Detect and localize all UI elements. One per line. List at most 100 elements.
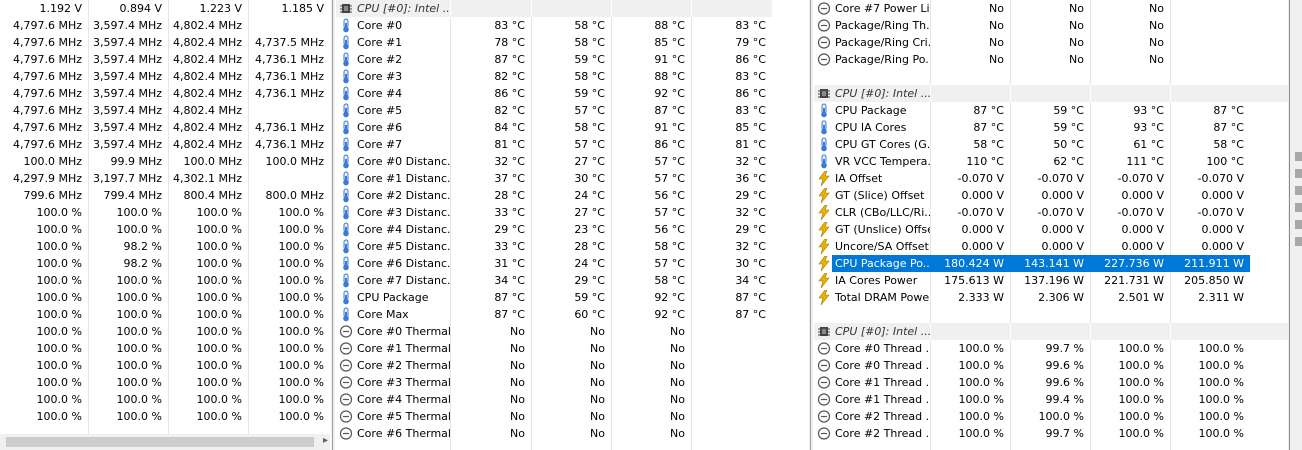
sensor-row[interactable]: Core #3 82 °C 58 °C 88 °C 83 °C [336,68,772,85]
sensor-row[interactable]: Core #0 Thread ... 100.0 % 99.7 % 100.0 % 10… [814,340,1288,357]
sensor-row[interactable]: Core #3 Thermal... No No No [336,374,772,391]
middle-sensor-pane[interactable]: CPU [#0]: Intel ... Core #0 83 °C 58 °C 88 °… [336,0,772,450]
sensor-row[interactable]: 4,797.6 MHz 3,597.4 MHz 4,802.4 MHz [0,17,330,34]
sensor-row[interactable]: 100.0 % 100.0 % 100.0 % 100.0 % [0,357,330,374]
value-cell: 100.0 % [958,393,1004,406]
sensor-row[interactable]: Core #2 Thread ... 100.0 % 100.0 % 100.0 % 1… [814,408,1288,425]
value-cell: 2.306 W [1038,291,1084,304]
sensor-row[interactable]: Package/Ring Po... No No No [814,51,1288,68]
sensor-row[interactable]: VR VCC Tempera... 110 °C 62 °C 111 °C 100 °C [814,153,1288,170]
value-cell: 83 °C [735,19,766,32]
sensor-row[interactable]: 4,797.6 MHz 3,597.4 MHz 4,802.4 MHz 4,736.1… [0,51,330,68]
sensor-row[interactable]: 100.0 % 100.0 % 100.0 % 100.0 % [0,408,330,425]
sensor-group-header[interactable]: CPU [#0]: Intel ... [814,323,1288,340]
sensor-row[interactable]: Core #7 Power Li... No No No [814,0,1288,17]
sensor-group-header[interactable]: CPU [#0]: Intel ... [814,85,1288,102]
sensor-row[interactable]: GT (Slice) Offset 0.000 V 0.000 V 0.000 V 0.… [814,187,1288,204]
value-cell: 100.0 % [116,393,162,406]
sensor-row[interactable]: Package/Ring Cri... No No No [814,34,1288,51]
sensor-row[interactable]: Core #0 Thread ... 100.0 % 99.6 % 100.0 % 10… [814,357,1288,374]
pane-splitter-left[interactable] [331,0,335,450]
sensor-row[interactable]: 100.0 % 100.0 % 100.0 % 100.0 % [0,374,330,391]
sensor-row[interactable]: Core #2 Distanc... 28 °C 24 °C 56 °C 29 °C [336,187,772,204]
sensor-row-selected[interactable]: CPU Package Po... 180.424 W 143.141 W 227.7… [814,255,1288,272]
sensor-row[interactable]: Core #3 Distanc... 33 °C 27 °C 57 °C 32 °C [336,204,772,221]
sensor-row[interactable]: 100.0 % 98.2 % 100.0 % 100.0 % [0,238,330,255]
sensor-row[interactable]: Core #2 Thread ... 100.0 % 99.7 % 100.0 % 10… [814,425,1288,442]
sensor-row[interactable]: Core #2 Thermal... No No No [336,357,772,374]
value-cell: 100.0 % [36,274,82,287]
sensor-row[interactable]: CPU Package 87 °C 59 °C 93 °C 87 °C [814,102,1288,119]
sensor-row[interactable]: Total DRAM Power 2.333 W 2.306 W 2.501 W 2.3… [814,289,1288,306]
sensor-row[interactable]: 799.6 MHz 799.4 MHz 800.4 MHz 800.0 MHz [0,187,330,204]
sensor-row[interactable]: Core #1 Distanc... 37 °C 30 °C 57 °C 36 °C [336,170,772,187]
value-cell: 83 °C [494,19,525,32]
scroll-right-arrow-icon[interactable]: ▸ [323,435,328,446]
sensor-row[interactable]: Core #2 87 °C 59 °C 91 °C 86 °C [336,51,772,68]
value-cell: 1.192 V [39,2,82,15]
value-cell: 100.0 % [116,274,162,287]
sensor-row[interactable]: Core #4 Thermal... No No No [336,391,772,408]
sensor-row[interactable]: Core #5 82 °C 57 °C 87 °C 83 °C [336,102,772,119]
sensor-row[interactable]: 100.0 MHz 99.9 MHz 100.0 MHz 100.0 MHz [0,153,330,170]
sensor-name: GT (Unslice) Offset [835,223,930,236]
sensor-row[interactable]: Core #6 Distanc... 31 °C 24 °C 57 °C 30 °C [336,255,772,272]
value-cell: No [590,376,605,389]
value-cell: 29 °C [574,274,605,287]
value-cell: 3,597.4 MHz [92,70,162,83]
sensor-row[interactable]: Core #1 78 °C 58 °C 85 °C 79 °C [336,34,772,51]
sensor-row[interactable]: 100.0 % 100.0 % 100.0 % 100.0 % [0,204,330,221]
sensor-row[interactable]: Core #0 Thermal... No No No [336,323,772,340]
sensor-row[interactable]: Core #4 Distanc... 29 °C 23 °C 56 °C 29 °C [336,221,772,238]
right-sensor-pane[interactable]: Core #7 Power Li... No No No Package/Ring Th… [814,0,1288,450]
sensor-row[interactable]: Core #5 Thermal... No No No [336,408,772,425]
sensor-row[interactable]: 100.0 % 100.0 % 100.0 % 100.0 % [0,306,330,323]
pane-splitter-right[interactable] [809,0,813,450]
sensor-row[interactable]: GT (Unslice) Offset 0.000 V 0.000 V 0.000 V… [814,221,1288,238]
sensor-row[interactable]: 100.0 % 100.0 % 100.0 % 100.0 % [0,391,330,408]
value-cell: 799.6 MHz [23,189,82,202]
sensor-row[interactable]: 100.0 % 100.0 % 100.0 % 100.0 % [0,289,330,306]
sensor-row[interactable]: 4,797.6 MHz 3,597.4 MHz 4,802.4 MHz 4,736.1… [0,119,330,136]
value-cell: 87 °C [1213,104,1244,117]
sensor-row[interactable]: CLR (CBo/LLC/Ri... -0.070 V -0.070 V -0.070… [814,204,1288,221]
sensor-row[interactable]: IA Offset -0.070 V -0.070 V -0.070 V -0.070 … [814,170,1288,187]
sensor-row[interactable]: CPU IA Cores 87 °C 59 °C 93 °C 87 °C [814,119,1288,136]
sensor-row[interactable]: Core #6 Thermal... No No No [336,425,772,442]
sensor-row[interactable]: 100.0 % 100.0 % 100.0 % 100.0 % [0,272,330,289]
sensor-row[interactable]: Core #7 Distanc... 34 °C 29 °C 58 °C 34 °C [336,272,772,289]
sensor-row[interactable]: 4,797.6 MHz 3,597.4 MHz 4,802.4 MHz [0,102,330,119]
sensor-row[interactable]: 4,797.6 MHz 3,597.4 MHz 4,802.4 MHz 4,737.5… [0,34,330,51]
sensor-row[interactable]: 4,797.6 MHz 3,597.4 MHz 4,802.4 MHz 4,736.1… [0,136,330,153]
value-cell: 175.613 W [944,274,1004,287]
sensor-row[interactable]: CPU Package 87 °C 59 °C 92 °C 87 °C [336,289,772,306]
sensor-row[interactable]: 1.192 V 0.894 V 1.223 V 1.185 V [0,0,330,17]
sensor-row[interactable]: 100.0 % 100.0 % 100.0 % 100.0 % [0,340,330,357]
sensor-row[interactable]: Core #0 Distanc... 32 °C 27 °C 57 °C 32 °C [336,153,772,170]
sensor-row[interactable]: Core #5 Distanc... 33 °C 28 °C 58 °C 32 °C [336,238,772,255]
sensor-row[interactable]: Core #1 Thread ... 100.0 % 99.6 % 100.0 % 10… [814,374,1288,391]
sensor-row[interactable]: IA Cores Power 175.613 W 137.196 W 221.731 … [814,272,1288,289]
sensor-row[interactable]: 4,797.6 MHz 3,597.4 MHz 4,802.4 MHz 4,736.1… [0,68,330,85]
value-cell: 100.0 % [278,240,324,253]
sensor-group-header[interactable]: CPU [#0]: Intel ... [336,0,772,17]
sensor-row[interactable]: Package/Ring Th... No No No [814,17,1288,34]
sensor-row[interactable]: Core #6 84 °C 58 °C 91 °C 85 °C [336,119,772,136]
left-sensor-pane[interactable]: 1.192 V 0.894 V 1.223 V 1.185 V 4,797.6 MHz 3… [0,0,330,450]
sensor-row[interactable]: Core #4 86 °C 59 °C 92 °C 86 °C [336,85,772,102]
value-cell: 93 °C [1133,104,1164,117]
sensor-row[interactable]: Uncore/SA Offset 0.000 V 0.000 V 0.000 V 0.0… [814,238,1288,255]
sensor-row[interactable]: CPU GT Cores (G... 58 °C 50 °C 61 °C 58 °C [814,136,1288,153]
sensor-row[interactable]: Core #1 Thermal... No No No [336,340,772,357]
sensor-row[interactable]: Core Max 87 °C 60 °C 92 °C 87 °C [336,306,772,323]
scrollbar-thumb[interactable] [6,437,314,447]
sensor-row[interactable]: 4,797.6 MHz 3,597.4 MHz 4,802.4 MHz 4,736.1… [0,85,330,102]
sensor-row[interactable]: 100.0 % 100.0 % 100.0 % 100.0 % [0,323,330,340]
sensor-row[interactable]: Core #1 Thread ... 100.0 % 99.4 % 100.0 % 10… [814,391,1288,408]
left-horizontal-scrollbar[interactable]: ▸ [0,434,330,450]
sensor-row[interactable]: 100.0 % 100.0 % 100.0 % 100.0 % [0,221,330,238]
sensor-row[interactable]: 100.0 % 98.2 % 100.0 % 100.0 % [0,255,330,272]
sensor-row[interactable]: Core #0 83 °C 58 °C 88 °C 83 °C [336,17,772,34]
sensor-row[interactable]: 4,297.9 MHz 3,197.7 MHz 4,302.1 MHz [0,170,330,187]
sensor-row[interactable]: Core #7 81 °C 57 °C 86 °C 81 °C [336,136,772,153]
